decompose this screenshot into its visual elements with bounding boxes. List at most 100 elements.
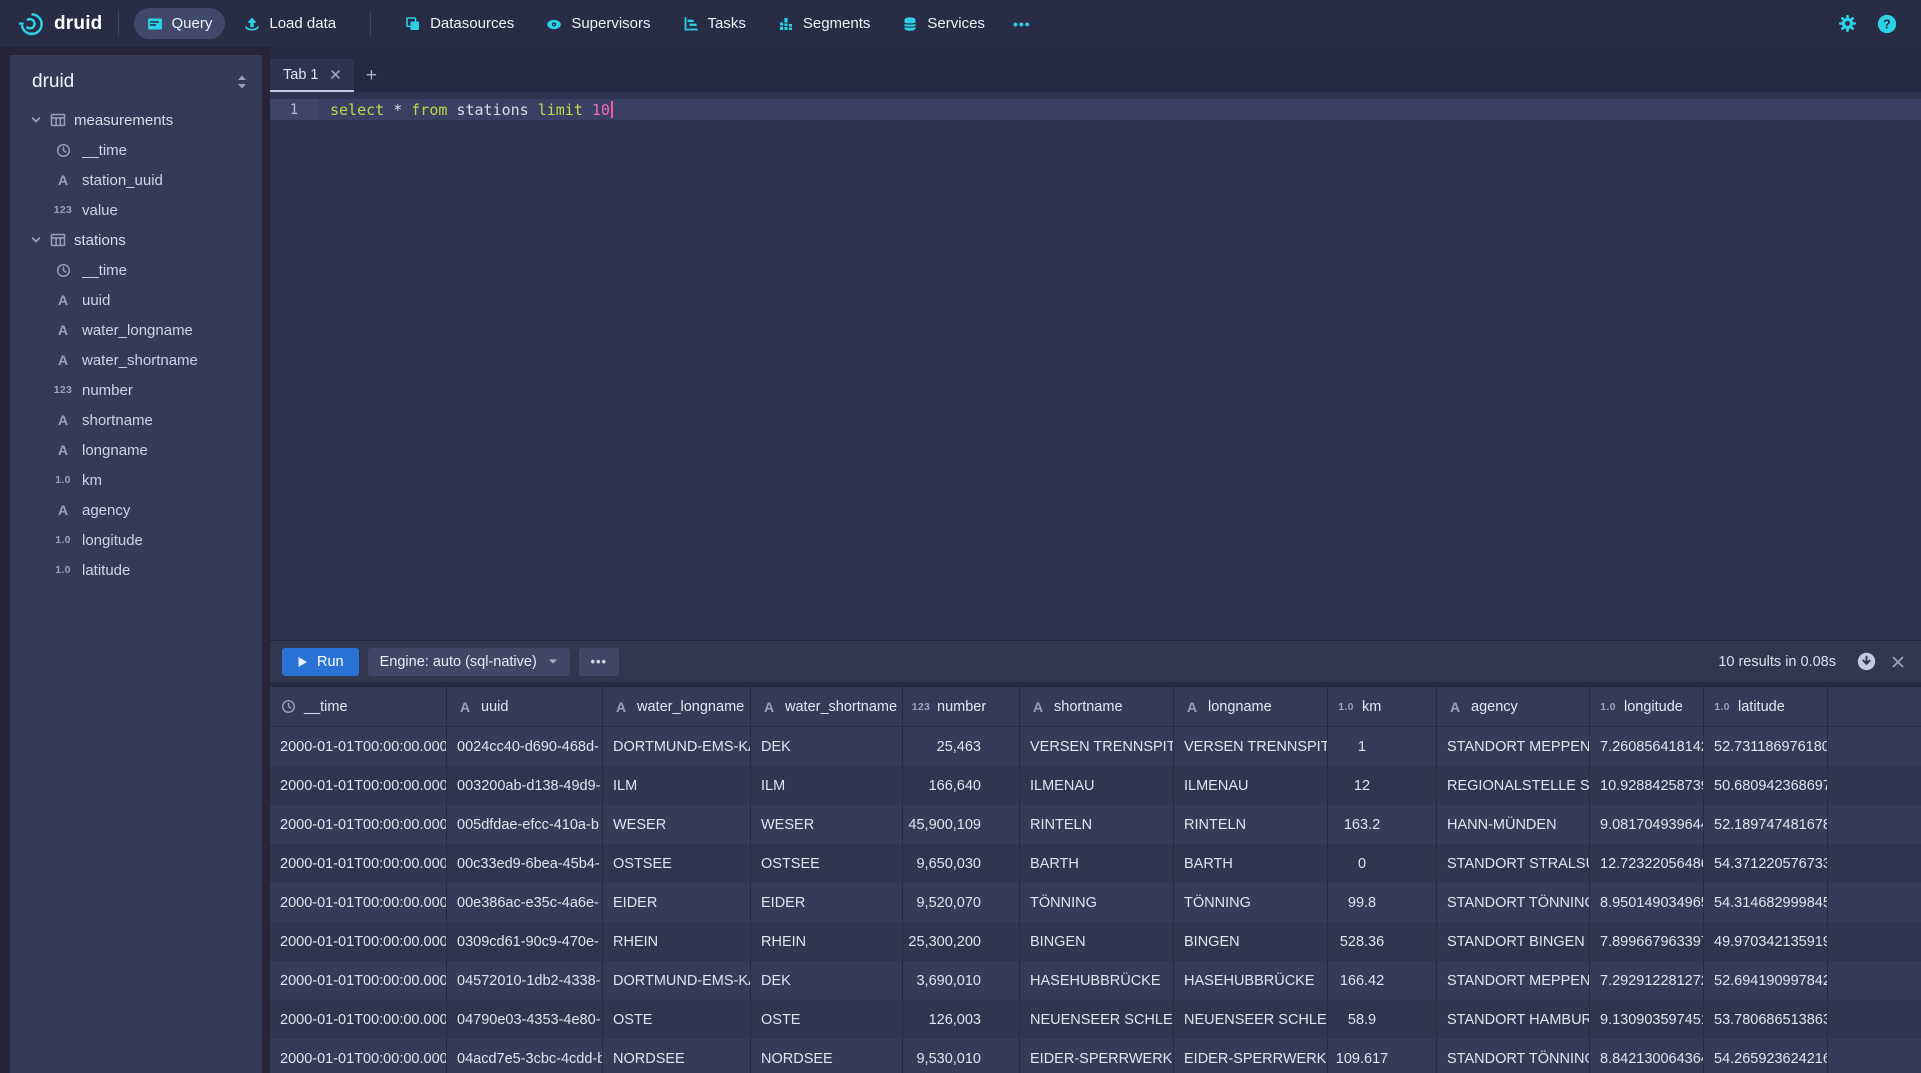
cell-water_shortname[interactable]: OSTSEE [751, 844, 903, 883]
cell-water_shortname[interactable]: EIDER [751, 883, 903, 922]
sidebar-column-value[interactable]: 123value [10, 195, 262, 225]
nav-item-query[interactable]: Query [134, 8, 226, 39]
cell-water_longname[interactable]: OSTSEE [603, 844, 751, 883]
cell-latitude[interactable]: 49.9703421359191 [1704, 922, 1828, 961]
cell-water_shortname[interactable]: NORDSEE [751, 1039, 903, 1073]
cell-longname[interactable]: RINTELN [1174, 805, 1328, 844]
cell-number[interactable]: 45,900,109 [903, 805, 1020, 844]
help-button[interactable]: ? [1877, 14, 1897, 34]
nav-item-load-data[interactable]: Load data [231, 8, 349, 39]
cell-uuid[interactable]: 04572010-1db2-4338- [447, 961, 603, 1000]
cell-number[interactable]: 126,003 [903, 1000, 1020, 1039]
cell-water_shortname[interactable]: ILM [751, 766, 903, 805]
cell-latitude[interactable]: 50.6809423686970 [1704, 766, 1828, 805]
cell-longitude[interactable]: 8.8421300643644 [1590, 1039, 1704, 1073]
close-results-button[interactable] [1891, 655, 1905, 669]
sidebar-column-water_longname[interactable]: Awater_longname [10, 315, 262, 345]
cell-shortname[interactable]: BINGEN [1020, 922, 1174, 961]
cell-latitude[interactable]: 52.1897474816781 [1704, 805, 1828, 844]
cell-agency[interactable]: STANDORT HAMBURG [1437, 1000, 1590, 1039]
sidebar-column-shortname[interactable]: Ashortname [10, 405, 262, 435]
cell-latitude[interactable]: 54.3146829998450 [1704, 883, 1828, 922]
sidebar-column-km[interactable]: 1.0km [10, 465, 262, 495]
cell-km[interactable]: 0 [1328, 844, 1437, 883]
cell-longname[interactable]: ILMENAU [1174, 766, 1328, 805]
column-header-agency[interactable]: Aagency [1437, 687, 1590, 726]
column-header-latitude[interactable]: 1.0latitude [1704, 687, 1828, 726]
cell-number[interactable]: 166,640 [903, 766, 1020, 805]
close-tab-icon[interactable] [330, 69, 341, 80]
cell-latitude[interactable]: 53.7806865138630 [1704, 1000, 1828, 1039]
cell-agency[interactable]: STANDORT MEPPEN [1437, 961, 1590, 1000]
cell-water_shortname[interactable]: WESER [751, 805, 903, 844]
cell-uuid[interactable]: 0309cd61-90c9-470e- [447, 922, 603, 961]
column-header-shortname[interactable]: Ashortname [1020, 687, 1174, 726]
cell-uuid[interactable]: 003200ab-d138-49d9- [447, 766, 603, 805]
cell-__time[interactable]: 2000-01-01T00:00:00.000Z [270, 883, 447, 922]
sidebar-column-longname[interactable]: Alongname [10, 435, 262, 465]
cell-water_longname[interactable]: ILM [603, 766, 751, 805]
cell-longname[interactable]: NEUENSEER SCHLEUSE [1174, 1000, 1328, 1039]
sidebar-column-agency[interactable]: Aagency [10, 495, 262, 525]
cell-agency[interactable]: REGIONALSTELLE SUHL [1437, 766, 1590, 805]
cell-km[interactable]: 166.42 [1328, 961, 1437, 1000]
cell-longname[interactable]: BINGEN [1174, 922, 1328, 961]
cell-longname[interactable]: TÖNNING [1174, 883, 1328, 922]
cell-longitude[interactable]: 8.9501490349654 [1590, 883, 1704, 922]
cell-shortname[interactable]: VERSEN TRENNSPITZE [1020, 727, 1174, 766]
settings-button[interactable] [1838, 14, 1857, 33]
cell-longitude[interactable]: 7.2929122812721 [1590, 961, 1704, 1000]
cell-longitude[interactable]: 10.9288425873940 [1590, 766, 1704, 805]
run-button[interactable]: Run [282, 648, 359, 676]
cell-shortname[interactable]: BARTH [1020, 844, 1174, 883]
cell-agency[interactable]: STANDORT TÖNNING [1437, 1039, 1590, 1073]
cell-agency[interactable]: STANDORT STRALSUND [1437, 844, 1590, 883]
column-header-water_shortname[interactable]: Awater_shortname [751, 687, 903, 726]
cell-number[interactable]: 3,690,010 [903, 961, 1020, 1000]
cell-latitude[interactable]: 52.7311869761806 [1704, 727, 1828, 766]
cell-longitude[interactable]: 12.7232205648674 [1590, 844, 1704, 883]
cell-__time[interactable]: 2000-01-01T00:00:00.000Z [270, 727, 447, 766]
sidebar-column-__time[interactable]: __time [10, 255, 262, 285]
cell-longitude[interactable]: 9.0817049396440 [1590, 805, 1704, 844]
sql-editor[interactable]: 1 select * from stations limit 10 [270, 92, 1921, 640]
cell-km[interactable]: 528.36 [1328, 922, 1437, 961]
cell-__time[interactable]: 2000-01-01T00:00:00.000Z [270, 922, 447, 961]
column-header-km[interactable]: 1.0km [1328, 687, 1437, 726]
cell-shortname[interactable]: HASEHUBBRÜCKE [1020, 961, 1174, 1000]
cell-water_shortname[interactable]: DEK [751, 727, 903, 766]
cell-number[interactable]: 25,300,200 [903, 922, 1020, 961]
download-results-button[interactable] [1857, 652, 1876, 671]
cell-number[interactable]: 9,530,010 [903, 1039, 1020, 1073]
engine-select[interactable]: Engine: auto (sql-native) [368, 648, 570, 676]
cell-__time[interactable]: 2000-01-01T00:00:00.000Z [270, 1039, 447, 1073]
nav-item-datasources[interactable]: Datasources [392, 8, 527, 39]
cell-latitude[interactable]: 54.2659236242160 [1704, 1039, 1828, 1073]
sidebar-column-__time[interactable]: __time [10, 135, 262, 165]
cell-uuid[interactable]: 04acd7e5-3cbc-4cdd-b [447, 1039, 603, 1073]
column-header-longitude[interactable]: 1.0longitude [1590, 687, 1704, 726]
cell-agency[interactable]: HANN-MÜNDEN [1437, 805, 1590, 844]
cell-water_longname[interactable]: DORTMUND-EMS-KANAL [603, 727, 751, 766]
cell-number[interactable]: 9,650,030 [903, 844, 1020, 883]
cell-__time[interactable]: 2000-01-01T00:00:00.000Z [270, 844, 447, 883]
cell-number[interactable]: 25,463 [903, 727, 1020, 766]
cell-uuid[interactable]: 0024cc40-d690-468d- [447, 727, 603, 766]
cell-__time[interactable]: 2000-01-01T00:00:00.000Z [270, 805, 447, 844]
cell-longname[interactable]: BARTH [1174, 844, 1328, 883]
cell-longitude[interactable]: 7.2608564181428 [1590, 727, 1704, 766]
cell-water_longname[interactable]: OSTE [603, 1000, 751, 1039]
cell-longname[interactable]: EIDER-SPERRWERK AP [1174, 1039, 1328, 1073]
code-area[interactable]: select * from stations limit 10 [318, 92, 1921, 640]
column-header-longname[interactable]: Alongname [1174, 687, 1328, 726]
cell-km[interactable]: 12 [1328, 766, 1437, 805]
sidebar-table-measurements[interactable]: measurements [10, 105, 262, 135]
cell-water_longname[interactable]: DORTMUND-EMS-KANAL [603, 961, 751, 1000]
cell-latitude[interactable]: 54.3712205767332 [1704, 844, 1828, 883]
sidebar-column-water_shortname[interactable]: Awater_shortname [10, 345, 262, 375]
cell-water_longname[interactable]: EIDER [603, 883, 751, 922]
nav-item-segments[interactable]: Segments [765, 8, 884, 39]
cell-km[interactable]: 58.9 [1328, 1000, 1437, 1039]
cell-__time[interactable]: 2000-01-01T00:00:00.000Z [270, 961, 447, 1000]
cell-shortname[interactable]: NEUENSEER SCHLEUSE [1020, 1000, 1174, 1039]
